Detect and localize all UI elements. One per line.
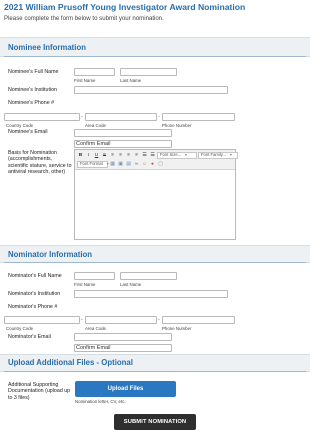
basis-for-nomination-label: Basis for Nomination (accomplishments, s… <box>8 150 72 175</box>
nominator-section-rule <box>4 262 306 263</box>
nominator-confirm-email-input[interactable]: Confirm Email <box>74 344 172 352</box>
font-format-select-label: Font Format <box>80 161 103 166</box>
chevron-down-icon: ▼ <box>229 153 233 157</box>
submit-nomination-button[interactable]: SUBMIT NOMINATION <box>114 414 196 430</box>
nominator-full-name-label: Nominator's Full Name <box>8 273 62 279</box>
nominee-phone-dash-2: - <box>158 114 160 120</box>
font-format-select[interactable]: Font Format ▼ <box>77 160 109 168</box>
confirm-email-placeholder: Confirm Email <box>76 345 111 351</box>
table-icon[interactable]: ▦ <box>109 161 116 168</box>
upload-hint: Nomination letter, CV, etc. <box>75 399 126 404</box>
align-center-icon[interactable]: ≡ <box>117 152 124 159</box>
nominee-section-rule <box>4 56 306 57</box>
nominee-full-name-label: Nominee's Full Name <box>8 69 59 75</box>
italic-button[interactable]: I <box>85 152 92 159</box>
nominee-phone-number-caption: Phone Number <box>162 123 192 128</box>
nominator-country-code-input[interactable] <box>4 316 80 324</box>
nominator-phone-dash-2: - <box>158 317 160 323</box>
confirm-email-placeholder: Confirm Email <box>76 141 111 147</box>
editor-toolbar: B I U S ≡ ≡ ≡ ≡ ☰ ☰ Font Size... ▼ Font F… <box>75 150 238 170</box>
nominee-institution-input[interactable] <box>74 86 228 94</box>
nominator-area-code-caption: Area Code <box>85 326 106 331</box>
nominee-confirm-email-input[interactable]: Confirm Email <box>74 140 172 148</box>
strikethrough-button[interactable]: S <box>101 152 108 159</box>
basis-rich-text-editor[interactable]: B I U S ≡ ≡ ≡ ≡ ☰ ☰ Font Size... ▼ Font F… <box>74 149 238 240</box>
font-size-select-label: Font Size... <box>160 152 182 157</box>
nominator-institution-label: Nominator's Institution <box>8 291 61 297</box>
nominator-email-label: Nominator's Email <box>8 334 51 340</box>
color-picker-icon[interactable]: ● <box>149 161 156 168</box>
nominator-phone-number-caption: Phone Number <box>162 326 192 331</box>
nominator-email-input[interactable] <box>74 333 172 341</box>
code-icon[interactable]: ▢ <box>157 161 164 168</box>
nominee-institution-label: Nominee's Institution <box>8 87 58 93</box>
page-title: 2021 William Prusoff Young Investigator … <box>4 2 246 12</box>
nominator-phone-number-input[interactable] <box>162 316 235 324</box>
nominee-last-name-input[interactable] <box>120 68 177 76</box>
upload-files-button[interactable]: Upload Files <box>75 381 176 397</box>
paste-icon[interactable]: ▤ <box>125 161 132 168</box>
align-right-icon[interactable]: ≡ <box>125 152 132 159</box>
nominee-first-name-input[interactable] <box>74 68 115 76</box>
nominee-area-code-input[interactable] <box>85 113 157 121</box>
upload-files-label: Additional Supporting Documentation (upl… <box>8 382 71 401</box>
nominee-last-name-caption: Last Name <box>120 78 142 83</box>
nominee-phone-number-input[interactable] <box>162 113 235 121</box>
align-left-icon[interactable]: ≡ <box>109 152 116 159</box>
page-subtitle: Please complete the form below to submit… <box>4 15 164 22</box>
upload-section-title: Upload Additional Files - Optional <box>8 358 133 367</box>
nominee-area-code-caption: Area Code <box>85 123 106 128</box>
nominee-section-title: Nominee Information <box>8 43 86 52</box>
link-icon[interactable]: ∞ <box>133 161 140 168</box>
nominee-first-name-caption: First Name <box>74 78 96 83</box>
nominee-phone-dash-1: - <box>81 114 83 120</box>
image-icon[interactable]: ▣ <box>117 161 124 168</box>
nominator-first-name-input[interactable] <box>74 272 115 280</box>
nominator-area-code-input[interactable] <box>85 316 157 324</box>
nominator-last-name-caption: Last Name <box>120 282 142 287</box>
nominator-last-name-input[interactable] <box>120 272 177 280</box>
form-header: 2021 William Prusoff Young Investigator … <box>0 0 310 30</box>
nominator-country-code-caption: Country Code <box>6 326 34 331</box>
align-justify-icon[interactable]: ≡ <box>133 152 140 159</box>
font-size-select[interactable]: Font Size... ▼ <box>157 151 197 159</box>
upload-section-rule <box>4 371 306 372</box>
emoticon-icon[interactable]: ☺ <box>141 161 148 168</box>
nominee-phone-label: Nominee's Phone # <box>8 100 55 106</box>
nominator-first-name-caption: First Name <box>74 282 96 287</box>
nominee-email-input[interactable] <box>74 129 172 137</box>
nominator-phone-label: Nominator's Phone # <box>8 304 58 310</box>
nominee-email-label: Nominee's Email <box>8 129 48 135</box>
underline-button[interactable]: U <box>93 152 100 159</box>
chevron-down-icon: ▼ <box>184 153 188 157</box>
font-family-select-label: Font Family... <box>201 152 227 157</box>
font-family-select[interactable]: Font Family... ▼ <box>198 151 238 159</box>
nominator-phone-dash-1: - <box>81 317 83 323</box>
bullet-list-icon[interactable]: ☰ <box>141 152 148 159</box>
bold-button[interactable]: B <box>77 152 84 159</box>
nominator-institution-input[interactable] <box>74 290 228 298</box>
nominator-section-title: Nominator Information <box>8 250 93 259</box>
numbered-list-icon[interactable]: ☰ <box>149 152 156 159</box>
nominee-country-code-input[interactable] <box>4 113 80 121</box>
nominee-country-code-caption: Country Code <box>6 123 34 128</box>
